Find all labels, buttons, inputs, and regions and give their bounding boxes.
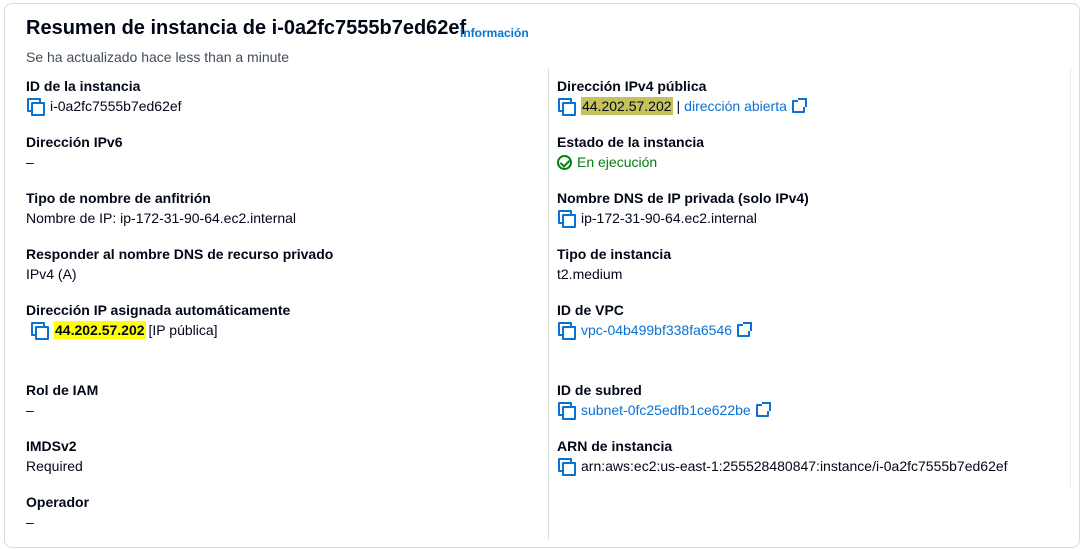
imdsv2-label: IMDSv2 (26, 438, 77, 454)
operator-field: Operador – (26, 493, 89, 531)
instance-summary-panel: Resumen de instancia de i-0a2fc7555b7ed6… (4, 3, 1080, 548)
private-dns-answer-label: Responder al nombre DNS de recurso priva… (26, 246, 334, 262)
arn-value: arn:aws:ec2:us-east-1:255528480847:insta… (581, 458, 1008, 474)
subnet-id-link[interactable]: subnet-0fc25edfb1ce622be (581, 401, 751, 419)
hostname-type-value: Nombre de IP: ip-172-31-90-64.ec2.intern… (26, 210, 297, 226)
vpc-id-label: ID de VPC (557, 302, 624, 318)
copy-icon[interactable] (26, 97, 45, 116)
external-link-icon[interactable] (737, 321, 753, 337)
iam-role-field: Rol de IAM – (26, 381, 98, 419)
instance-state-field: Estado de la instancia En ejecución (557, 133, 704, 171)
private-dns-field: Nombre DNS de IP privada (solo IPv4) ip-… (557, 189, 809, 228)
instance-state-label: Estado de la instancia (557, 134, 705, 150)
last-updated-text: Se ha actualizado hace less than a minut… (26, 49, 290, 65)
hostname-type-label: Tipo de nombre de anfitrión (26, 190, 211, 206)
separator: | (676, 98, 681, 114)
subnet-id-field: ID de subred subnet-0fc25edfb1ce622be (557, 381, 771, 420)
page-title: Resumen de instancia de i-0a2fc7555b7ed6… (26, 17, 467, 39)
auto-ip-label: Dirección IP asignada automáticamente (26, 302, 291, 318)
vpc-id-link[interactable]: vpc-04b499bf338fa6546 (581, 321, 732, 339)
iam-role-value: – (26, 402, 34, 418)
check-circle-icon (557, 154, 572, 170)
operator-label: Operador (26, 494, 90, 510)
external-link-icon[interactable] (755, 401, 771, 417)
public-ipv4-label: Dirección IPv4 pública (557, 78, 707, 94)
copy-icon[interactable] (557, 97, 576, 116)
ipv6-field: Dirección IPv6 – (26, 133, 123, 171)
instance-type-value: t2.medium (557, 266, 623, 282)
hostname-type-field: Tipo de nombre de anfitrión Nombre de IP… (26, 189, 296, 227)
scrollbar[interactable] (1070, 67, 1076, 487)
private-dns-label: Nombre DNS de IP privada (solo IPv4) (557, 190, 809, 206)
auto-ip-field: Dirección IP asignada automáticamente 44… (26, 301, 291, 340)
external-link-icon[interactable] (791, 97, 807, 113)
imdsv2-value: Required (26, 458, 83, 474)
auto-ip-suffix: [IP pública] (148, 322, 218, 338)
public-ipv4-value: 44.202.57.202 (581, 97, 673, 115)
instance-id-label: ID de la instancia (26, 78, 141, 94)
instance-state-value: En ejecución (577, 154, 658, 170)
ipv6-label: Dirección IPv6 (26, 134, 123, 150)
instance-type-label: Tipo de instancia (557, 246, 672, 262)
arn-field: ARN de instancia arn:aws:ec2:us-east-1:2… (557, 437, 1008, 476)
copy-icon[interactable] (30, 321, 49, 340)
copy-icon[interactable] (557, 321, 576, 340)
arn-label: ARN de instancia (557, 438, 673, 454)
ipv6-value: – (26, 154, 34, 170)
private-dns-value: ip-172-31-90-64.ec2.internal (581, 210, 757, 226)
instance-id-value: i-0a2fc7555b7ed62ef (50, 98, 182, 114)
operator-value: – (26, 514, 34, 530)
copy-icon[interactable] (557, 401, 576, 420)
copy-icon[interactable] (557, 457, 576, 476)
info-link[interactable]: Información (460, 26, 529, 40)
public-ipv4-field: Dirección IPv4 pública 44.202.57.202 | d… (557, 77, 807, 116)
open-address-link[interactable]: dirección abierta (684, 97, 787, 115)
subnet-id-label: ID de subred (557, 382, 642, 398)
imdsv2-field: IMDSv2 Required (26, 437, 83, 475)
instance-id-field: ID de la instancia i-0a2fc7555b7ed62ef (26, 77, 182, 116)
copy-icon[interactable] (557, 209, 576, 228)
instance-type-field: Tipo de instancia t2.medium (557, 245, 671, 283)
auto-ip-value: 44.202.57.202 (54, 321, 146, 339)
vpc-id-field: ID de VPC vpc-04b499bf338fa6546 (557, 301, 753, 340)
private-dns-answer-value: IPv4 (A) (26, 266, 77, 282)
private-dns-answer-field: Responder al nombre DNS de recurso priva… (26, 245, 333, 283)
column-divider (548, 69, 549, 539)
iam-role-label: Rol de IAM (26, 382, 99, 398)
